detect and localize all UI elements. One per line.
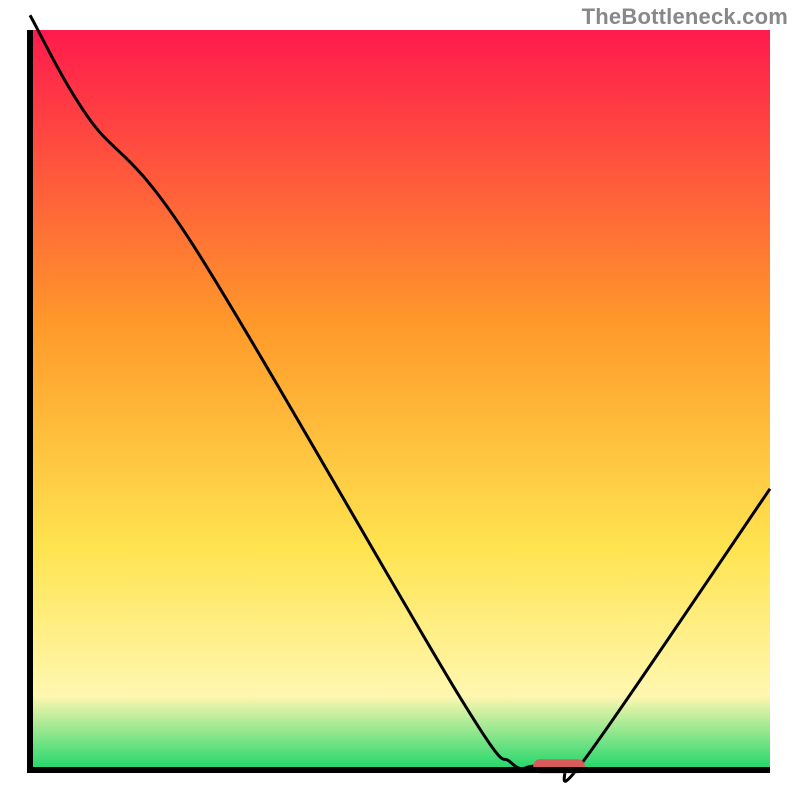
bottleneck-chart (0, 0, 800, 800)
watermark-text: TheBottleneck.com (582, 4, 788, 30)
chart-container: TheBottleneck.com (0, 0, 800, 800)
plot-background (30, 30, 770, 770)
